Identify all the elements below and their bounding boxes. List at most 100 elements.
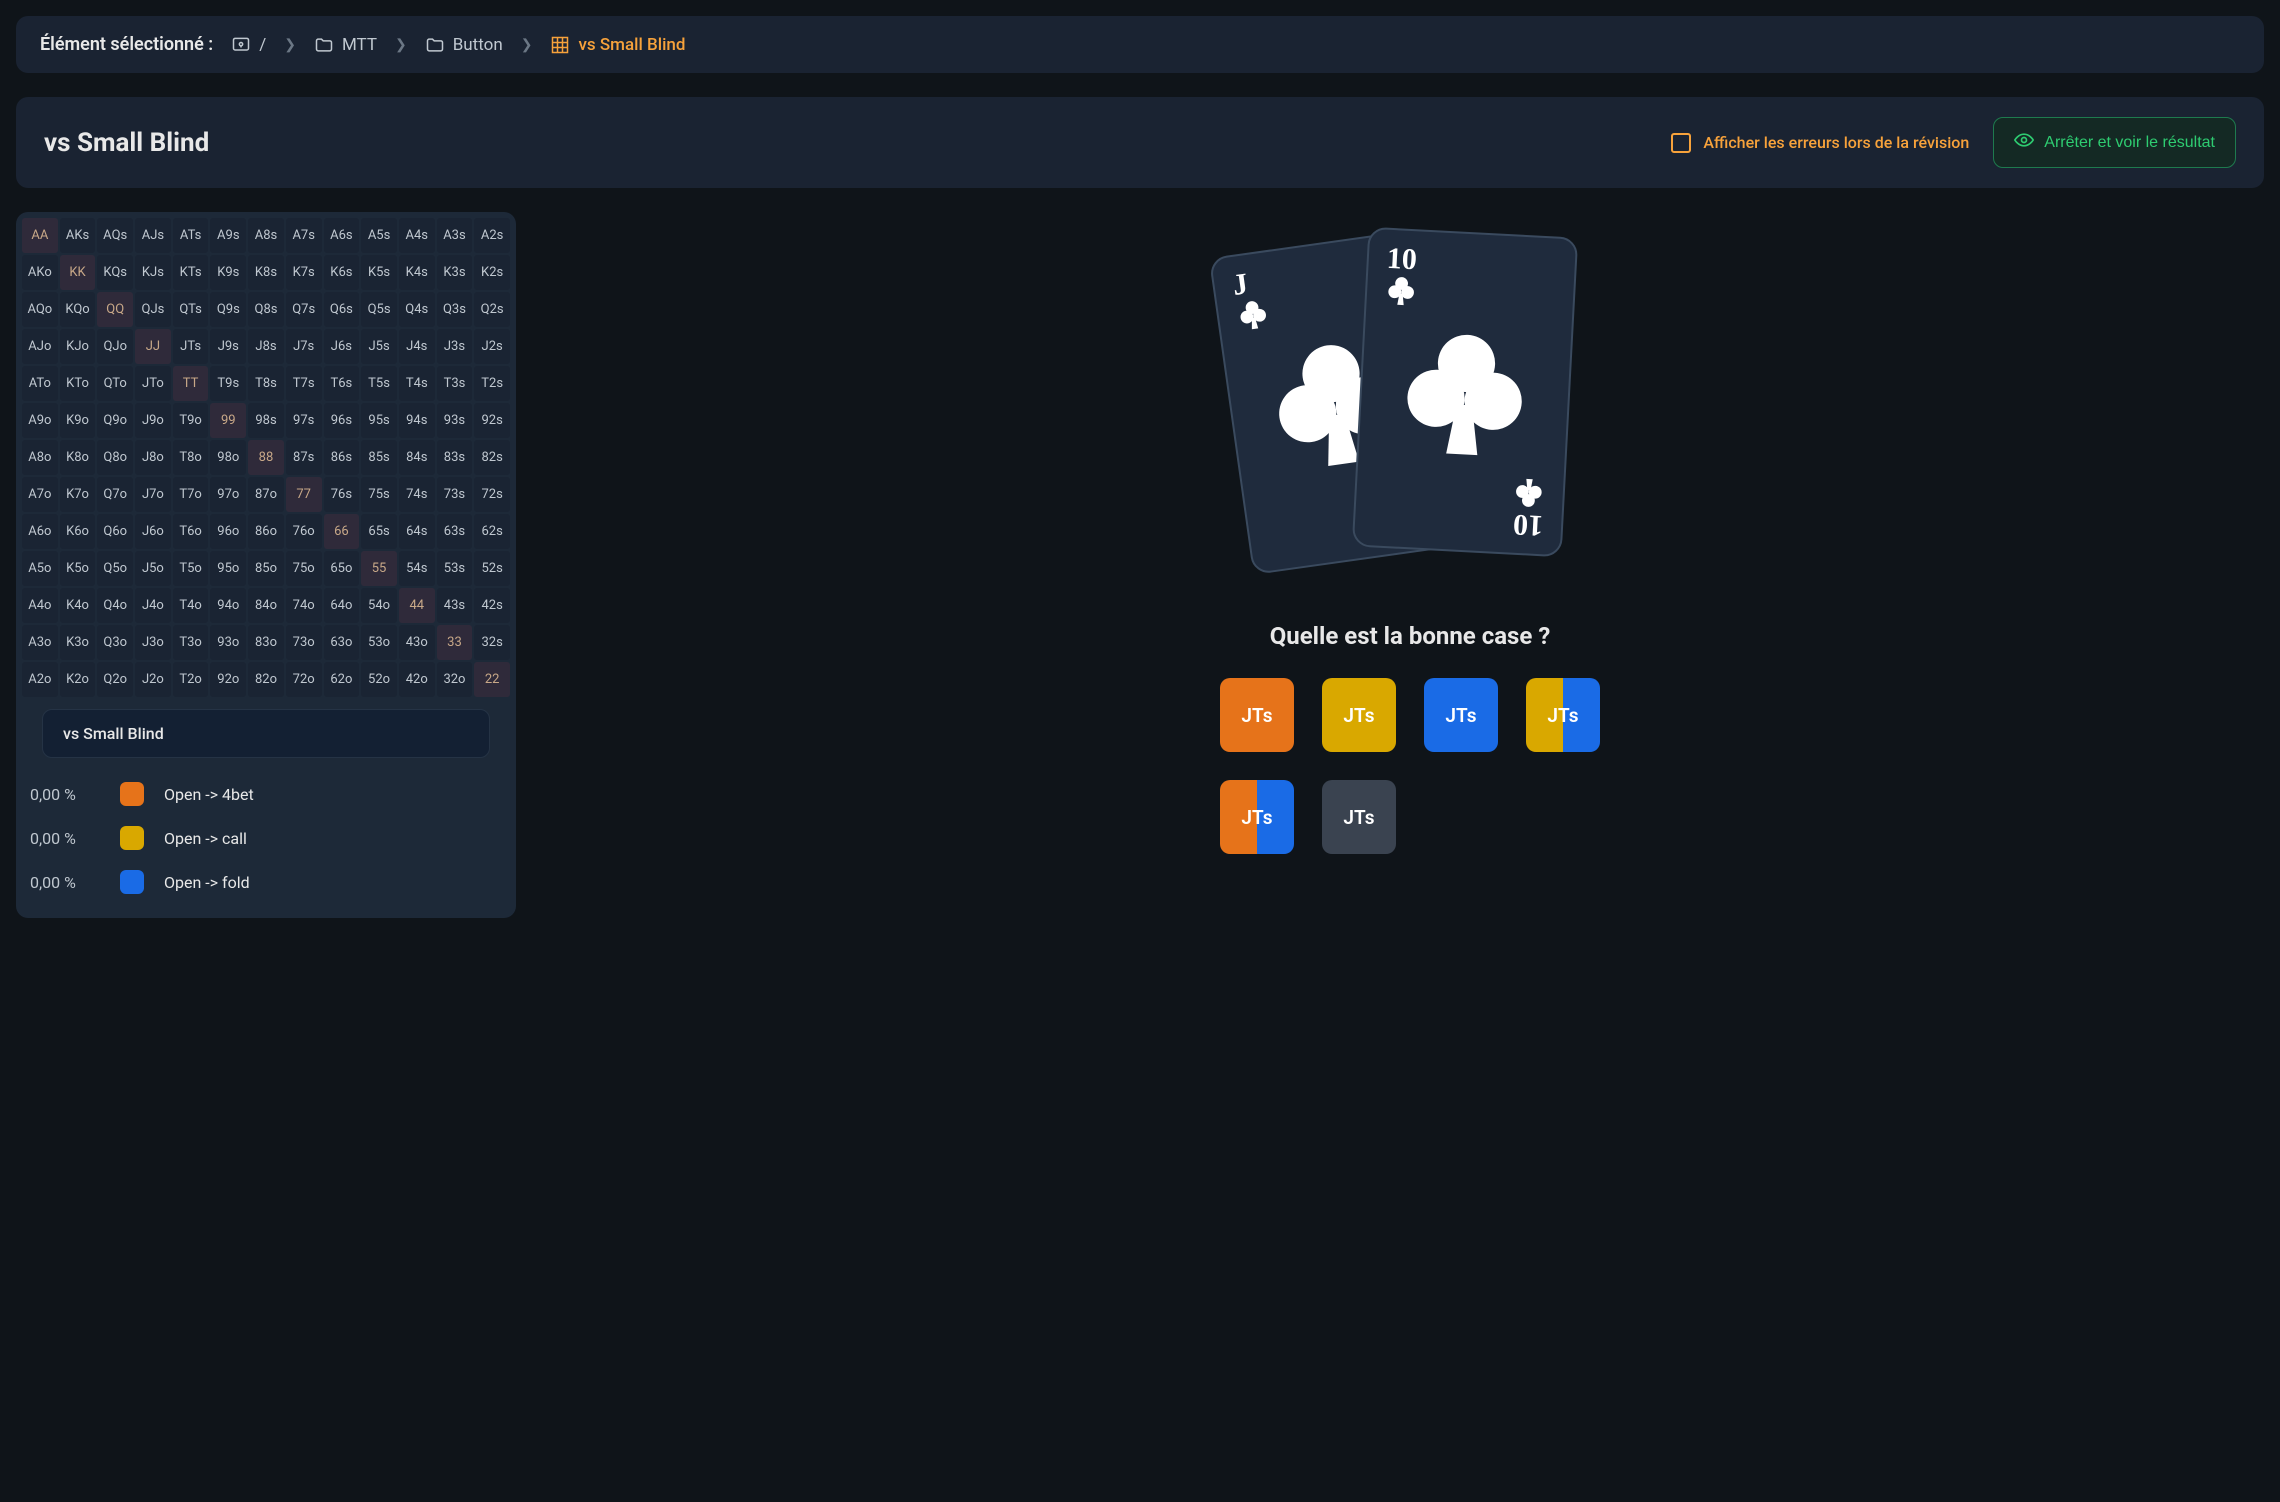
- hand-cell[interactable]: A5o: [22, 551, 58, 586]
- hand-cell[interactable]: 75o: [286, 551, 322, 586]
- answer-option[interactable]: JTs: [1526, 678, 1600, 752]
- hand-cell[interactable]: Q8s: [248, 292, 284, 327]
- hand-cell[interactable]: 99: [210, 403, 246, 438]
- hand-cell[interactable]: JTs: [173, 329, 209, 364]
- hand-cell[interactable]: T8s: [248, 366, 284, 401]
- hand-cell[interactable]: T3o: [173, 625, 209, 660]
- hand-cell[interactable]: 84s: [399, 440, 435, 475]
- hand-cell[interactable]: A2o: [22, 662, 58, 697]
- hand-cell[interactable]: 76o: [286, 514, 322, 549]
- hand-cell[interactable]: Q3s: [437, 292, 473, 327]
- hand-cell[interactable]: 92s: [474, 403, 510, 438]
- hand-cell[interactable]: 98o: [210, 440, 246, 475]
- hand-cell[interactable]: 96o: [210, 514, 246, 549]
- hand-cell[interactable]: 98s: [248, 403, 284, 438]
- show-errors-checkbox[interactable]: Afficher les erreurs lors de la révision: [1671, 133, 1969, 153]
- hand-cell[interactable]: Q8o: [97, 440, 133, 475]
- hand-cell[interactable]: 76s: [324, 477, 360, 512]
- hand-cell[interactable]: T3s: [437, 366, 473, 401]
- hand-cell[interactable]: TT: [173, 366, 209, 401]
- hand-cell[interactable]: T6s: [324, 366, 360, 401]
- hand-cell[interactable]: KTo: [60, 366, 96, 401]
- hand-cell[interactable]: T7o: [173, 477, 209, 512]
- hand-cell[interactable]: KQs: [97, 255, 133, 290]
- answer-option[interactable]: JTs: [1220, 780, 1294, 854]
- hand-cell[interactable]: 62s: [474, 514, 510, 549]
- hand-cell[interactable]: K3s: [437, 255, 473, 290]
- hand-cell[interactable]: T7s: [286, 366, 322, 401]
- hand-cell[interactable]: Q4s: [399, 292, 435, 327]
- hand-cell[interactable]: 33: [437, 625, 473, 660]
- hand-cell[interactable]: K2o: [60, 662, 96, 697]
- hand-cell[interactable]: 32o: [437, 662, 473, 697]
- hand-cell[interactable]: 96s: [324, 403, 360, 438]
- hand-cell[interactable]: 85s: [361, 440, 397, 475]
- hand-cell[interactable]: K9s: [210, 255, 246, 290]
- hand-cell[interactable]: A3o: [22, 625, 58, 660]
- hand-cell[interactable]: T4s: [399, 366, 435, 401]
- hand-cell[interactable]: QQ: [97, 292, 133, 327]
- hand-cell[interactable]: K3o: [60, 625, 96, 660]
- hand-cell[interactable]: KJo: [60, 329, 96, 364]
- hand-cell[interactable]: J4s: [399, 329, 435, 364]
- hand-cell[interactable]: KTs: [173, 255, 209, 290]
- hand-cell[interactable]: A4o: [22, 588, 58, 623]
- hand-cell[interactable]: Q5o: [97, 551, 133, 586]
- hand-cell[interactable]: AJs: [135, 218, 171, 253]
- hand-cell[interactable]: QTo: [97, 366, 133, 401]
- hand-cell[interactable]: K9o: [60, 403, 96, 438]
- hand-cell[interactable]: 94o: [210, 588, 246, 623]
- hand-cell[interactable]: K2s: [474, 255, 510, 290]
- hand-cell[interactable]: K7s: [286, 255, 322, 290]
- hand-cell[interactable]: JTo: [135, 366, 171, 401]
- hand-cell[interactable]: T9s: [210, 366, 246, 401]
- hand-cell[interactable]: QTs: [173, 292, 209, 327]
- hand-cell[interactable]: 93o: [210, 625, 246, 660]
- hand-cell[interactable]: J6o: [135, 514, 171, 549]
- hand-cell[interactable]: J8o: [135, 440, 171, 475]
- hand-cell[interactable]: J4o: [135, 588, 171, 623]
- breadcrumb-item-button[interactable]: Button: [425, 35, 503, 55]
- hand-cell[interactable]: Q9o: [97, 403, 133, 438]
- hand-cell[interactable]: J2s: [474, 329, 510, 364]
- hand-cell[interactable]: J5s: [361, 329, 397, 364]
- hand-cell[interactable]: 82o: [248, 662, 284, 697]
- hand-cell[interactable]: AJo: [22, 329, 58, 364]
- hand-cell[interactable]: A5s: [361, 218, 397, 253]
- hand-cell[interactable]: 72s: [474, 477, 510, 512]
- hand-cell[interactable]: KK: [60, 255, 96, 290]
- hand-cell[interactable]: A7o: [22, 477, 58, 512]
- hand-cell[interactable]: 66: [324, 514, 360, 549]
- hand-cell[interactable]: Q9s: [210, 292, 246, 327]
- hand-cell[interactable]: 72o: [286, 662, 322, 697]
- hand-cell[interactable]: J3s: [437, 329, 473, 364]
- hand-cell[interactable]: K4o: [60, 588, 96, 623]
- hand-cell[interactable]: J7s: [286, 329, 322, 364]
- hand-cell[interactable]: J3o: [135, 625, 171, 660]
- hand-cell[interactable]: 93s: [437, 403, 473, 438]
- hand-cell[interactable]: J8s: [248, 329, 284, 364]
- hand-cell[interactable]: 54s: [399, 551, 435, 586]
- hand-cell[interactable]: 95o: [210, 551, 246, 586]
- hand-cell[interactable]: K5o: [60, 551, 96, 586]
- hand-cell[interactable]: J2o: [135, 662, 171, 697]
- hand-cell[interactable]: A8s: [248, 218, 284, 253]
- hand-cell[interactable]: 65o: [324, 551, 360, 586]
- hand-cell[interactable]: J7o: [135, 477, 171, 512]
- hand-cell[interactable]: 64o: [324, 588, 360, 623]
- hand-cell[interactable]: J9s: [210, 329, 246, 364]
- hand-cell[interactable]: Q2o: [97, 662, 133, 697]
- hand-cell[interactable]: Q3o: [97, 625, 133, 660]
- hand-cell[interactable]: 53s: [437, 551, 473, 586]
- hand-cell[interactable]: T6o: [173, 514, 209, 549]
- hand-cell[interactable]: T5o: [173, 551, 209, 586]
- answer-option[interactable]: JTs: [1322, 780, 1396, 854]
- hand-cell[interactable]: 73s: [437, 477, 473, 512]
- hand-cell[interactable]: T9o: [173, 403, 209, 438]
- hand-cell[interactable]: 74s: [399, 477, 435, 512]
- hand-cell[interactable]: 87s: [286, 440, 322, 475]
- hand-cell[interactable]: A9s: [210, 218, 246, 253]
- answer-option[interactable]: JTs: [1424, 678, 1498, 752]
- hand-cell[interactable]: 62o: [324, 662, 360, 697]
- hand-cell[interactable]: 94s: [399, 403, 435, 438]
